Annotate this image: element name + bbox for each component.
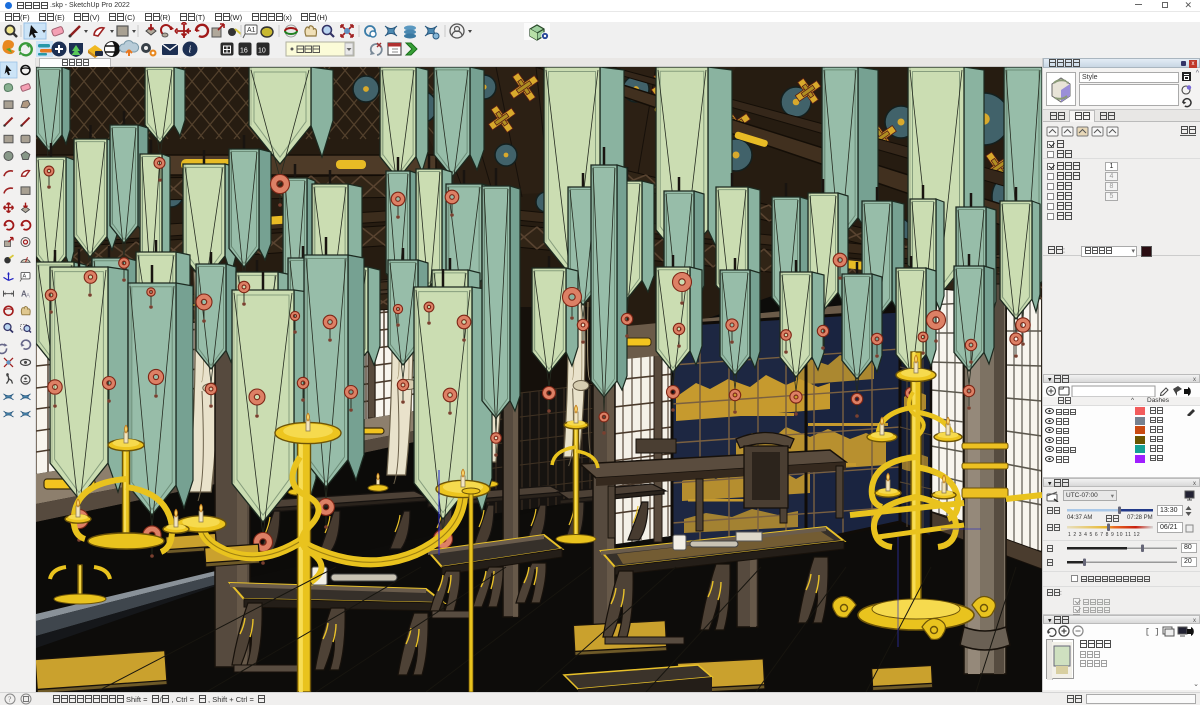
svg-text:A: A [26,294,30,300]
svg-text:10: 10 [258,48,266,55]
svg-text:i: i [189,45,192,56]
svg-text:[ ]: [ ] [1145,628,1159,637]
svg-text:A: A [23,273,27,279]
svg-text:?: ? [8,696,11,704]
svg-text:A1: A1 [247,27,256,34]
svg-text:16: 16 [240,48,248,55]
